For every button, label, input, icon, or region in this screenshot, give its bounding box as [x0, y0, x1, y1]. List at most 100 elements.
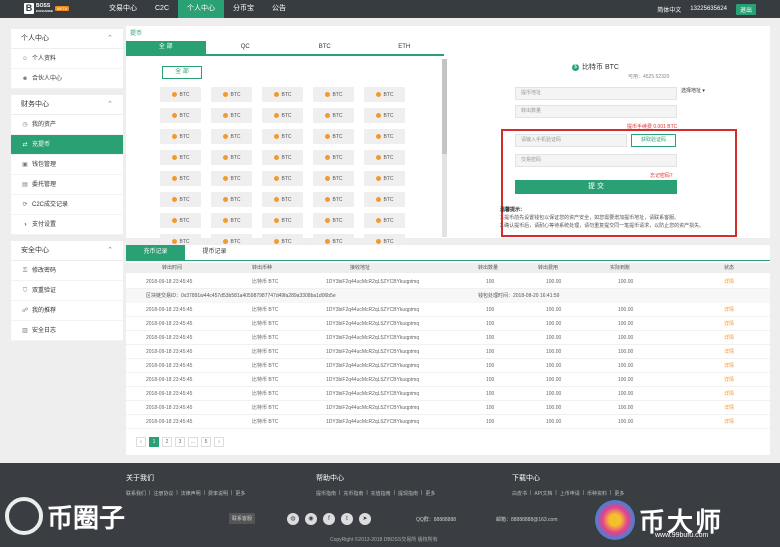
coin-item[interactable]: BTC — [211, 108, 252, 123]
all-coins-button[interactable]: 全 部 — [162, 66, 202, 79]
coin-item[interactable]: BTC — [364, 213, 405, 228]
sidebar-item-security-log[interactable]: ▥ 安全日志 — [11, 321, 123, 341]
detail-link[interactable]: 详情 — [724, 387, 734, 401]
footer-link[interactable]: 费率说明 — [208, 490, 228, 497]
page-button[interactable]: 2 — [162, 437, 172, 447]
page-button[interactable]: 3 — [175, 437, 185, 447]
trade-password-field[interactable]: 交易密码 — [515, 154, 677, 167]
sidebar-item-c2c-records[interactable]: ⟳ C2C成交记录 — [11, 195, 123, 215]
tab-all[interactable]: 全 部 — [126, 41, 206, 54]
twitter-icon[interactable]: t — [341, 513, 353, 525]
coin-item[interactable]: BTC — [313, 213, 354, 228]
detail-link[interactable]: 详情 — [724, 359, 734, 373]
tab-btc[interactable]: BTC — [285, 41, 365, 54]
coin-item[interactable]: BTC — [211, 213, 252, 228]
coin-item[interactable]: BTC — [211, 129, 252, 144]
nav-coin-treasure[interactable]: 分币宝 — [224, 0, 263, 18]
footer-link[interactable]: 更多 — [235, 490, 245, 497]
coin-item[interactable]: BTC — [160, 213, 201, 228]
coin-list-scrollbar[interactable] — [442, 59, 447, 237]
coin-item[interactable]: BTC — [364, 87, 405, 102]
coin-item[interactable]: BTC — [160, 108, 201, 123]
sidebar-item-profile[interactable]: ☺ 个人资料 — [11, 49, 123, 69]
footer-link[interactable]: 白皮书 — [512, 490, 527, 497]
tab-deposit-records[interactable]: 充币记录 — [126, 245, 185, 260]
coin-item[interactable]: BTC — [364, 171, 405, 186]
nav-announcement[interactable]: 公告 — [263, 0, 295, 18]
sidebar-group-title[interactable]: 财务中心 ⌃ — [11, 95, 123, 115]
coin-item[interactable]: BTC — [313, 171, 354, 186]
tab-eth[interactable]: ETH — [364, 41, 444, 54]
coin-item[interactable]: BTC — [262, 150, 303, 165]
sidebar-item-deposit-withdraw[interactable]: ⇄ 充提币 — [11, 135, 123, 155]
sidebar-item-payment[interactable]: ◑ 支付设置 — [11, 215, 123, 235]
footer-link[interactable]: 提币指南 — [316, 490, 336, 497]
tab-withdraw-records[interactable]: 提币记录 — [185, 245, 244, 260]
footer-link[interactable]: 更多 — [614, 490, 624, 497]
sidebar-item-wallet[interactable]: ▣ 钱包管理 — [11, 155, 123, 175]
detail-link[interactable]: 详情 — [724, 401, 734, 415]
coin-item[interactable]: BTC — [313, 87, 354, 102]
coin-item[interactable]: BTC — [313, 192, 354, 207]
footer-link[interactable]: 法律声明 — [181, 490, 201, 497]
footer-link[interactable]: 注册协议 — [153, 490, 173, 497]
coin-item[interactable]: BTC — [313, 108, 354, 123]
nav-c2c[interactable]: C2C — [146, 0, 178, 18]
sidebar-item-2fa[interactable]: ⛉ 双重验证 — [11, 281, 123, 301]
coin-item[interactable]: BTC — [160, 192, 201, 207]
sidebar-item-orders[interactable]: ▤ 委托管理 — [11, 175, 123, 195]
page-button[interactable]: 5 — [201, 437, 211, 447]
detail-link[interactable]: 详情 — [724, 373, 734, 387]
footer-link[interactable]: 充币指南 — [343, 490, 363, 497]
page-button[interactable]: 1 — [149, 437, 159, 447]
user-phone[interactable]: 13225635624 — [690, 6, 727, 12]
detail-link[interactable]: 详情 — [724, 317, 734, 331]
qq-icon[interactable]: ◉ — [305, 513, 317, 525]
logout-button[interactable]: 退出 — [735, 3, 756, 15]
page-button[interactable]: ... — [188, 437, 198, 447]
page-button[interactable]: › — [214, 437, 224, 447]
footer-link[interactable]: API文档 — [534, 490, 552, 497]
footer-link[interactable]: 联系我们 — [126, 490, 146, 497]
detail-link[interactable]: 详情 — [724, 275, 734, 289]
coin-item[interactable]: BTC — [313, 150, 354, 165]
amount-field[interactable]: 转出数量 — [515, 105, 677, 118]
facebook-icon[interactable]: f — [323, 513, 335, 525]
page-button[interactable]: ‹ — [136, 437, 146, 447]
language-select[interactable]: 简体中文 — [657, 5, 681, 14]
coin-item[interactable]: BTC — [160, 129, 201, 144]
coin-item[interactable]: BTC — [364, 108, 405, 123]
footer-link[interactable]: 上币申请 — [560, 490, 580, 497]
coin-item[interactable]: BTC — [262, 87, 303, 102]
sms-code-field[interactable]: 请输入手机验证码 — [515, 134, 627, 147]
coin-item[interactable]: BTC — [262, 171, 303, 186]
sidebar-item-referral[interactable]: ☍ 我的推荐 — [11, 301, 123, 321]
coin-item[interactable]: BTC — [160, 150, 201, 165]
sidebar-group-title[interactable]: 安全中心 ⌃ — [11, 241, 123, 261]
coin-item[interactable]: BTC — [364, 192, 405, 207]
coin-item[interactable]: BTC — [160, 87, 201, 102]
address-field[interactable]: 提币地址 — [515, 87, 677, 100]
coin-item[interactable]: BTC — [211, 192, 252, 207]
footer-link[interactable]: 更多 — [425, 490, 435, 497]
coin-item[interactable]: BTC — [313, 129, 354, 144]
sidebar-item-change-password[interactable]: ⚿ 修改密码 — [11, 261, 123, 281]
logo[interactable]: B BOSS EXCHANGE BETA — [24, 3, 70, 14]
detail-link[interactable]: 详情 — [724, 331, 734, 345]
detail-link[interactable]: 详情 — [724, 415, 734, 429]
coin-item[interactable]: BTC — [364, 150, 405, 165]
submit-button[interactable]: 提 交 — [515, 180, 677, 194]
detail-link[interactable]: 详情 — [724, 303, 734, 317]
footer-link[interactable]: 提现指南 — [398, 490, 418, 497]
contact-button[interactable]: 联系客服 — [229, 513, 256, 524]
forgot-password-link[interactable]: 忘记密码？ — [650, 172, 675, 179]
footer-link[interactable]: 币种资料 — [587, 490, 607, 497]
scroll-thumb[interactable] — [442, 59, 447, 154]
telegram-icon[interactable]: ➤ — [359, 513, 371, 525]
coin-item[interactable]: BTC — [364, 129, 405, 144]
footer-link[interactable]: 充值指南 — [371, 490, 391, 497]
coin-item[interactable]: BTC — [211, 171, 252, 186]
wechat-icon[interactable]: ◍ — [287, 513, 299, 525]
select-address-dropdown[interactable]: 选择地址 ▾ — [681, 87, 705, 94]
nav-trade[interactable]: 交易中心 — [100, 0, 146, 18]
